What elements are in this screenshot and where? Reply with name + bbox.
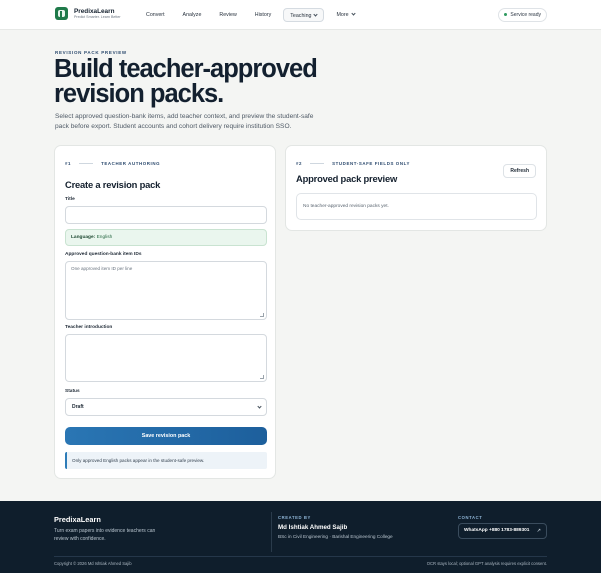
chevron-down-icon <box>350 11 356 16</box>
resize-handle-icon[interactable] <box>260 375 264 379</box>
nav-item-analyze[interactable]: Analyze <box>177 8 208 22</box>
page-subtitle: Select approved question-bank items, add… <box>55 113 314 130</box>
nav-item-label: More <box>336 12 349 18</box>
save-revision-pack-button[interactable]: Save revision pack <box>65 427 267 445</box>
nav-item-review[interactable]: Review <box>213 8 242 22</box>
logo-icon <box>55 7 68 20</box>
brand-text: PredixaLearn Predict Smarter. Learn Bett… <box>74 8 121 20</box>
author-degree: BSc in Civil Engineering · Barishal Engi… <box>278 534 393 539</box>
external-link-icon: ↗ <box>536 528 541 534</box>
brand-tagline: Predict Smarter. Learn Better <box>74 14 121 19</box>
status-select[interactable]: Draft <box>65 398 267 416</box>
language-key: Language: <box>71 235 96 240</box>
authoring-card: #1 TEACHER AUTHORING Create a revision p… <box>54 145 276 479</box>
nav-item-label: Analyze <box>182 12 202 18</box>
copyright: Copyright © 2026 Md Ishtiak Ahmed Sajib <box>54 561 132 566</box>
chevron-down-icon <box>257 404 262 409</box>
nav-item-label: Convert <box>146 12 165 18</box>
preview-empty-state: No teacher-approved revision packs yet. <box>296 193 537 220</box>
nav-item-label: Teaching <box>290 13 312 19</box>
status-dot-icon <box>504 12 508 16</box>
student-safe-note: Only approved English packs appear in th… <box>65 452 267 469</box>
language-value: English <box>96 235 113 240</box>
resize-handle-icon[interactable] <box>260 313 264 317</box>
kicker-divider <box>310 163 325 164</box>
footer: PredixaLearn Turn exam papers into evide… <box>0 501 601 573</box>
preview-card: #2 STUDENT-SAFE FIELDS ONLY Approved pac… <box>285 145 547 231</box>
chevron-down-icon <box>313 12 319 17</box>
nav-item-convert[interactable]: Convert <box>140 8 171 22</box>
status-label: Service ready <box>510 12 541 18</box>
created-by-kicker: CREATED BY <box>278 515 311 520</box>
contact-kicker: CONTACT <box>458 515 483 520</box>
footer-divider <box>271 512 272 552</box>
author-name: Md Ishtiak Ahmed Sajib <box>278 524 348 531</box>
preview-title: Approved pack preview <box>296 173 398 184</box>
authoring-title: Create a revision pack <box>65 179 161 190</box>
items-field-label: Approved question-bank item IDs <box>65 252 142 257</box>
refresh-button[interactable]: Refresh <box>503 164 536 178</box>
section-kicker: STUDENT-SAFE FIELDS ONLY <box>332 161 410 166</box>
teacher-intro-textarea[interactable] <box>65 334 267 382</box>
brand-name: PredixaLearn <box>74 7 115 15</box>
textarea-placeholder: One approved item ID per line <box>71 266 133 271</box>
status-selected-value: Draft <box>72 404 84 410</box>
nav-item-teaching[interactable]: Teaching <box>283 8 325 22</box>
section-number: #2 <box>296 161 303 166</box>
footer-brand-name: PredixaLearn <box>54 515 101 524</box>
whatsapp-contact-button[interactable]: WhatsApp +880 1783-889301 ↗ <box>458 523 547 539</box>
section-number: #1 <box>65 161 72 166</box>
nav-item-label: History <box>254 12 272 18</box>
intro-field-label: Teacher introduction <box>65 325 113 330</box>
nav-item-history[interactable]: History <box>249 8 277 22</box>
brand[interactable]: PredixaLearn Predict Smarter. Learn Bett… <box>55 7 121 20</box>
footer-rule <box>54 556 547 557</box>
section-kicker: TEACHER AUTHORING <box>101 161 161 166</box>
item-ids-textarea[interactable]: One approved item ID per line <box>65 261 267 320</box>
ocr-privacy-note: OCR stays local; optional GPT analysis r… <box>426 561 547 566</box>
footer-tagline: Turn exam papers into evidence teachers … <box>54 528 156 542</box>
page-title: Build teacher-approved revision packs. <box>54 55 318 108</box>
top-navigation-bar: PredixaLearn Predict Smarter. Learn Bett… <box>0 0 601 30</box>
status-field-label: Status <box>65 389 80 394</box>
language-info: Language: English <box>65 229 267 246</box>
title-input[interactable] <box>65 206 267 224</box>
title-field-label: Title <box>65 197 75 202</box>
nav-item-more[interactable]: More <box>330 8 360 22</box>
preview-kicker: #2 STUDENT-SAFE FIELDS ONLY <box>296 161 410 166</box>
authoring-kicker: #1 TEACHER AUTHORING <box>65 161 160 166</box>
kicker-divider <box>79 163 94 164</box>
main-nav: Convert Analyze Review History Teaching … <box>140 8 367 22</box>
service-status-badge: Service ready <box>498 8 547 22</box>
nav-item-label: Review <box>219 12 237 18</box>
contact-label: WhatsApp +880 1783-889301 <box>464 528 530 533</box>
